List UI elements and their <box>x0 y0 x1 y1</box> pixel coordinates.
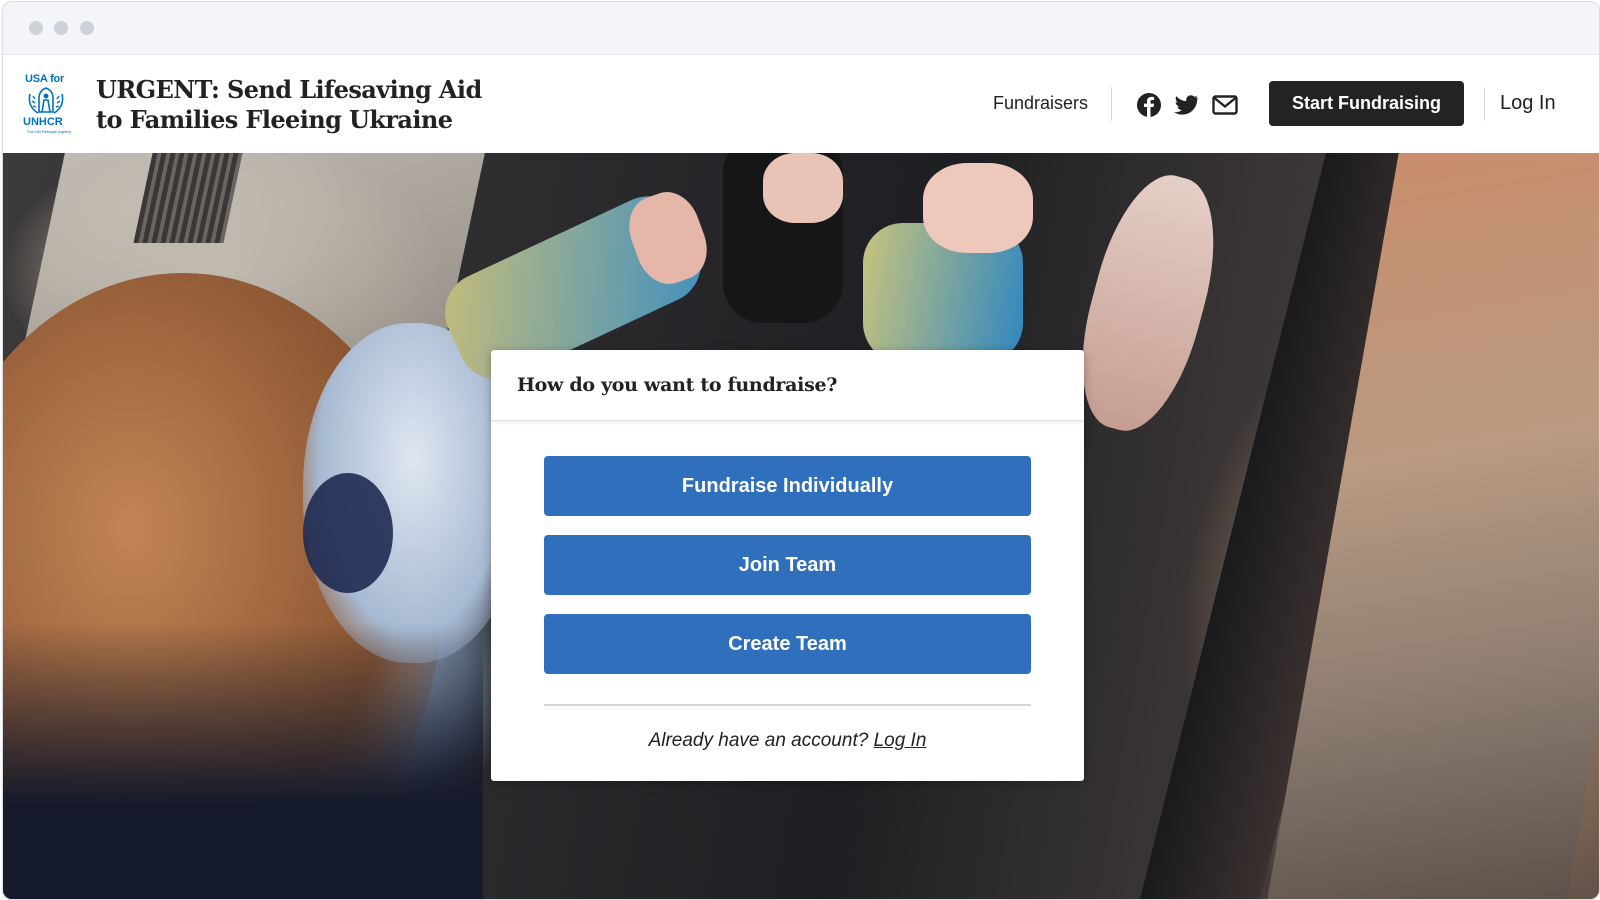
window-maximize-dot[interactable] <box>80 21 94 35</box>
account-prompt-text: Already have an account? <box>648 730 869 751</box>
logo-tagline: The UN Refugee Agency <box>27 129 72 134</box>
hand-shape <box>763 153 843 223</box>
nav-fundraisers-link[interactable]: Fundraisers <box>993 93 1088 114</box>
modal-divider <box>544 704 1031 706</box>
coat-shape <box>3 623 483 899</box>
logo-bottom-text: UNHCR <box>23 116 63 128</box>
unhcr-emblem-icon <box>28 87 64 114</box>
twitter-icon[interactable] <box>1172 91 1200 119</box>
pompom-shape <box>303 473 393 593</box>
fundraise-individually-button[interactable]: Fundraise Individually <box>544 456 1031 516</box>
site-header: USA for UNHCR The UN Refugee Agency URGE… <box>3 55 1599 154</box>
nav-divider <box>1111 87 1112 121</box>
fundraise-options-modal: How do you want to fundraise? Fundraise … <box>491 350 1084 781</box>
nav-divider <box>1484 87 1485 121</box>
window-close-dot[interactable] <box>29 21 43 35</box>
header-login-link[interactable]: Log In <box>1500 92 1556 115</box>
modal-login-link[interactable]: Log In <box>874 730 927 751</box>
vent-shape <box>133 153 243 243</box>
modal-title: How do you want to fundraise? <box>517 374 838 396</box>
modal-header: How do you want to fundraise? <box>491 350 1084 421</box>
hand-shape <box>1061 163 1235 443</box>
unhcr-logo[interactable]: USA for UNHCR The UN Refugee Agency <box>23 73 72 135</box>
hand-shape <box>923 163 1033 253</box>
create-team-button[interactable]: Create Team <box>544 614 1031 674</box>
start-fundraising-button[interactable]: Start Fundraising <box>1269 81 1464 126</box>
facebook-icon[interactable] <box>1135 91 1163 119</box>
join-team-button[interactable]: Join Team <box>544 535 1031 595</box>
account-prompt-line: Already have an account? Log In <box>491 730 1084 752</box>
window-chrome <box>3 2 1599 55</box>
mail-icon[interactable] <box>1211 91 1239 119</box>
browser-window: USA for UNHCR The UN Refugee Agency URGE… <box>2 1 1600 900</box>
page-title: URGENT: Send Lifesaving Aid to Families … <box>96 75 482 134</box>
window-minimize-dot[interactable] <box>54 21 68 35</box>
